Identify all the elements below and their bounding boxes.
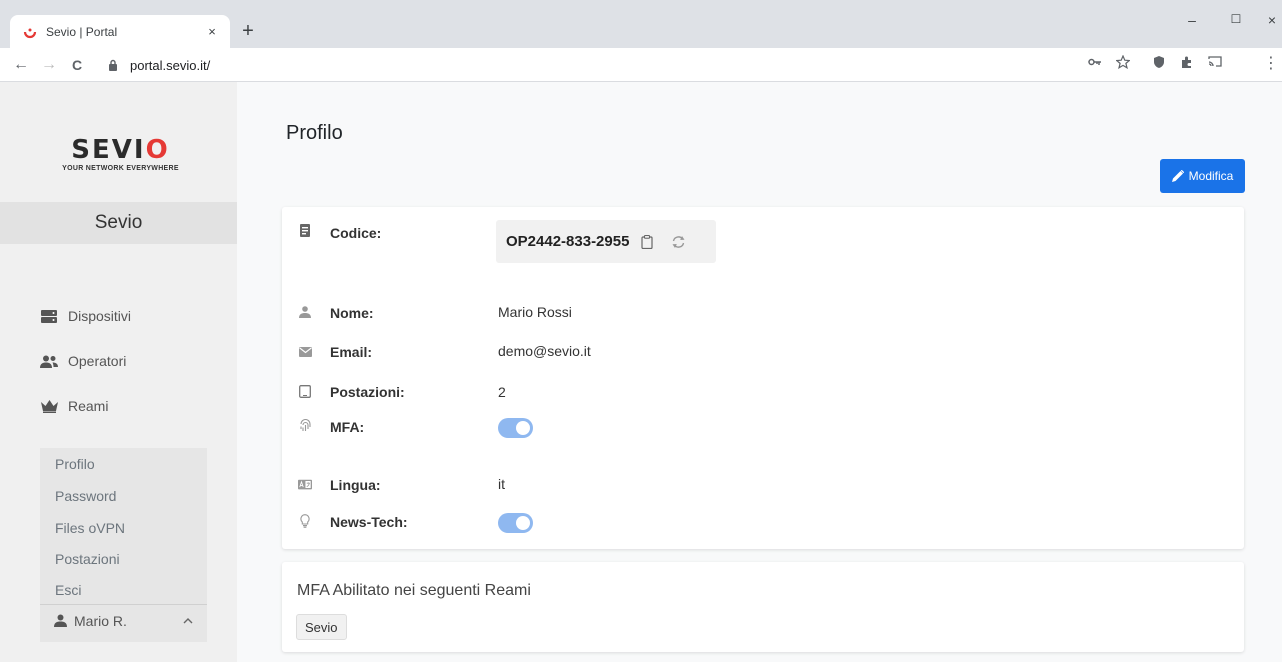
mfa-toggle[interactable] xyxy=(498,418,533,438)
user-name: Mario R. xyxy=(74,612,127,629)
code-label: Codice: xyxy=(330,225,382,241)
sidebar-item-label: Reami xyxy=(68,398,109,414)
sevio-favicon-icon xyxy=(22,24,38,40)
user-menu-toggle[interactable]: Mario R. xyxy=(40,604,207,636)
puzzle-icon[interactable] xyxy=(1178,55,1196,72)
mfa-realms-card: MFA Abilitato nei seguenti Reami Sevio xyxy=(282,562,1244,652)
regenerate-icon[interactable] xyxy=(671,235,686,249)
users-icon xyxy=(40,354,58,368)
maximize-button[interactable]: ☐ xyxy=(1226,12,1246,26)
sidebar-item-reami[interactable]: Reami xyxy=(40,395,108,417)
mfa-label: MFA: xyxy=(330,419,365,435)
crown-icon xyxy=(40,399,58,413)
new-tab-button[interactable]: + xyxy=(238,19,258,43)
profile-card: Codice: OP2442-833-2955 Nome: Mario Ross… xyxy=(282,207,1244,549)
logo-text: SEVI xyxy=(71,135,146,165)
mfa-realms-title: MFA Abilitato nei seguenti Reami xyxy=(297,582,531,599)
code-value: OP2442-833-2955 xyxy=(506,233,630,250)
browser-tabstrip: Sevio | Portal × + – ☐ × xyxy=(0,0,1282,48)
back-button[interactable]: ← xyxy=(10,54,32,76)
realm-chip: Sevio xyxy=(296,614,347,640)
fingerprint-icon xyxy=(298,419,312,433)
sidebar-item-dispositivi[interactable]: Dispositivi xyxy=(40,305,131,327)
tab-title: Sevio | Portal xyxy=(46,24,118,39)
cast-icon[interactable] xyxy=(1206,55,1224,70)
id-card-icon xyxy=(298,223,312,237)
name-value: Mario Rossi xyxy=(498,304,572,320)
language-icon xyxy=(298,477,312,491)
star-icon[interactable] xyxy=(1114,54,1132,72)
browser-toolbar: ← → C portal.sevio.it/ ⋮ xyxy=(0,48,1282,82)
edit-button-label: Modifica xyxy=(1188,169,1234,183)
browser-tab[interactable]: Sevio | Portal × xyxy=(10,15,230,48)
lightbulb-icon xyxy=(298,514,312,528)
envelope-icon xyxy=(298,345,312,359)
current-realm: Sevio xyxy=(0,202,237,244)
sidebar-item-label: Dispositivi xyxy=(68,308,132,324)
submenu-item-files-ovpn[interactable]: Files oVPN xyxy=(55,520,125,536)
tab-close-icon[interactable]: × xyxy=(204,24,220,39)
toggle-knob xyxy=(516,421,530,435)
language-value: it xyxy=(498,476,505,492)
window-close-button[interactable]: × xyxy=(1262,12,1282,28)
server-icon xyxy=(40,309,58,323)
realm-submenu: Profilo Password Files oVPN Postazioni E… xyxy=(40,448,207,642)
toggle-knob xyxy=(516,516,530,530)
forward-button[interactable]: → xyxy=(38,54,60,76)
submenu-item-profilo[interactable]: Profilo xyxy=(55,456,95,472)
email-value: demo@sevio.it xyxy=(498,343,591,359)
logo-o-letter: O xyxy=(145,135,170,165)
user-icon xyxy=(298,305,312,319)
pencil-icon xyxy=(1171,170,1184,182)
sevio-logo[interactable]: SEVIO YOUR NETWORK EVERYWHERE xyxy=(58,137,183,172)
sidebar: SEVIO YOUR NETWORK EVERYWHERE Sevio Disp… xyxy=(0,82,237,662)
shield-extension-icon[interactable] xyxy=(1150,55,1168,72)
stations-value: 2 xyxy=(498,384,506,400)
lock-icon xyxy=(108,59,122,71)
submenu-item-password[interactable]: Password xyxy=(55,488,116,504)
sidebar-item-operatori[interactable]: Operatori xyxy=(40,350,126,372)
reload-button[interactable]: C xyxy=(66,54,88,76)
newstech-toggle[interactable] xyxy=(498,513,533,533)
language-label: Lingua: xyxy=(330,477,381,493)
tablet-icon xyxy=(298,384,312,398)
submenu-item-esci[interactable]: Esci xyxy=(55,582,81,598)
submenu-item-postazioni[interactable]: Postazioni xyxy=(55,551,120,567)
newstech-label: News-Tech: xyxy=(330,514,408,530)
logo-tagline: YOUR NETWORK EVERYWHERE xyxy=(62,165,179,172)
page-title: Profilo xyxy=(286,122,343,144)
key-icon[interactable] xyxy=(1086,55,1104,70)
clipboard-icon[interactable] xyxy=(641,234,654,249)
code-box: OP2442-833-2955 xyxy=(496,220,716,263)
browser-menu-icon[interactable]: ⋮ xyxy=(1262,53,1280,73)
sidebar-item-label: Operatori xyxy=(68,353,127,369)
user-icon xyxy=(54,614,68,627)
stations-label: Postazioni: xyxy=(330,384,405,400)
email-label: Email: xyxy=(330,344,373,360)
edit-button[interactable]: Modifica xyxy=(1160,159,1245,193)
name-label: Nome: xyxy=(330,305,374,321)
chevron-up-icon xyxy=(183,615,193,627)
url-text: portal.sevio.it/ xyxy=(130,57,211,73)
minimize-button[interactable]: – xyxy=(1182,12,1202,28)
